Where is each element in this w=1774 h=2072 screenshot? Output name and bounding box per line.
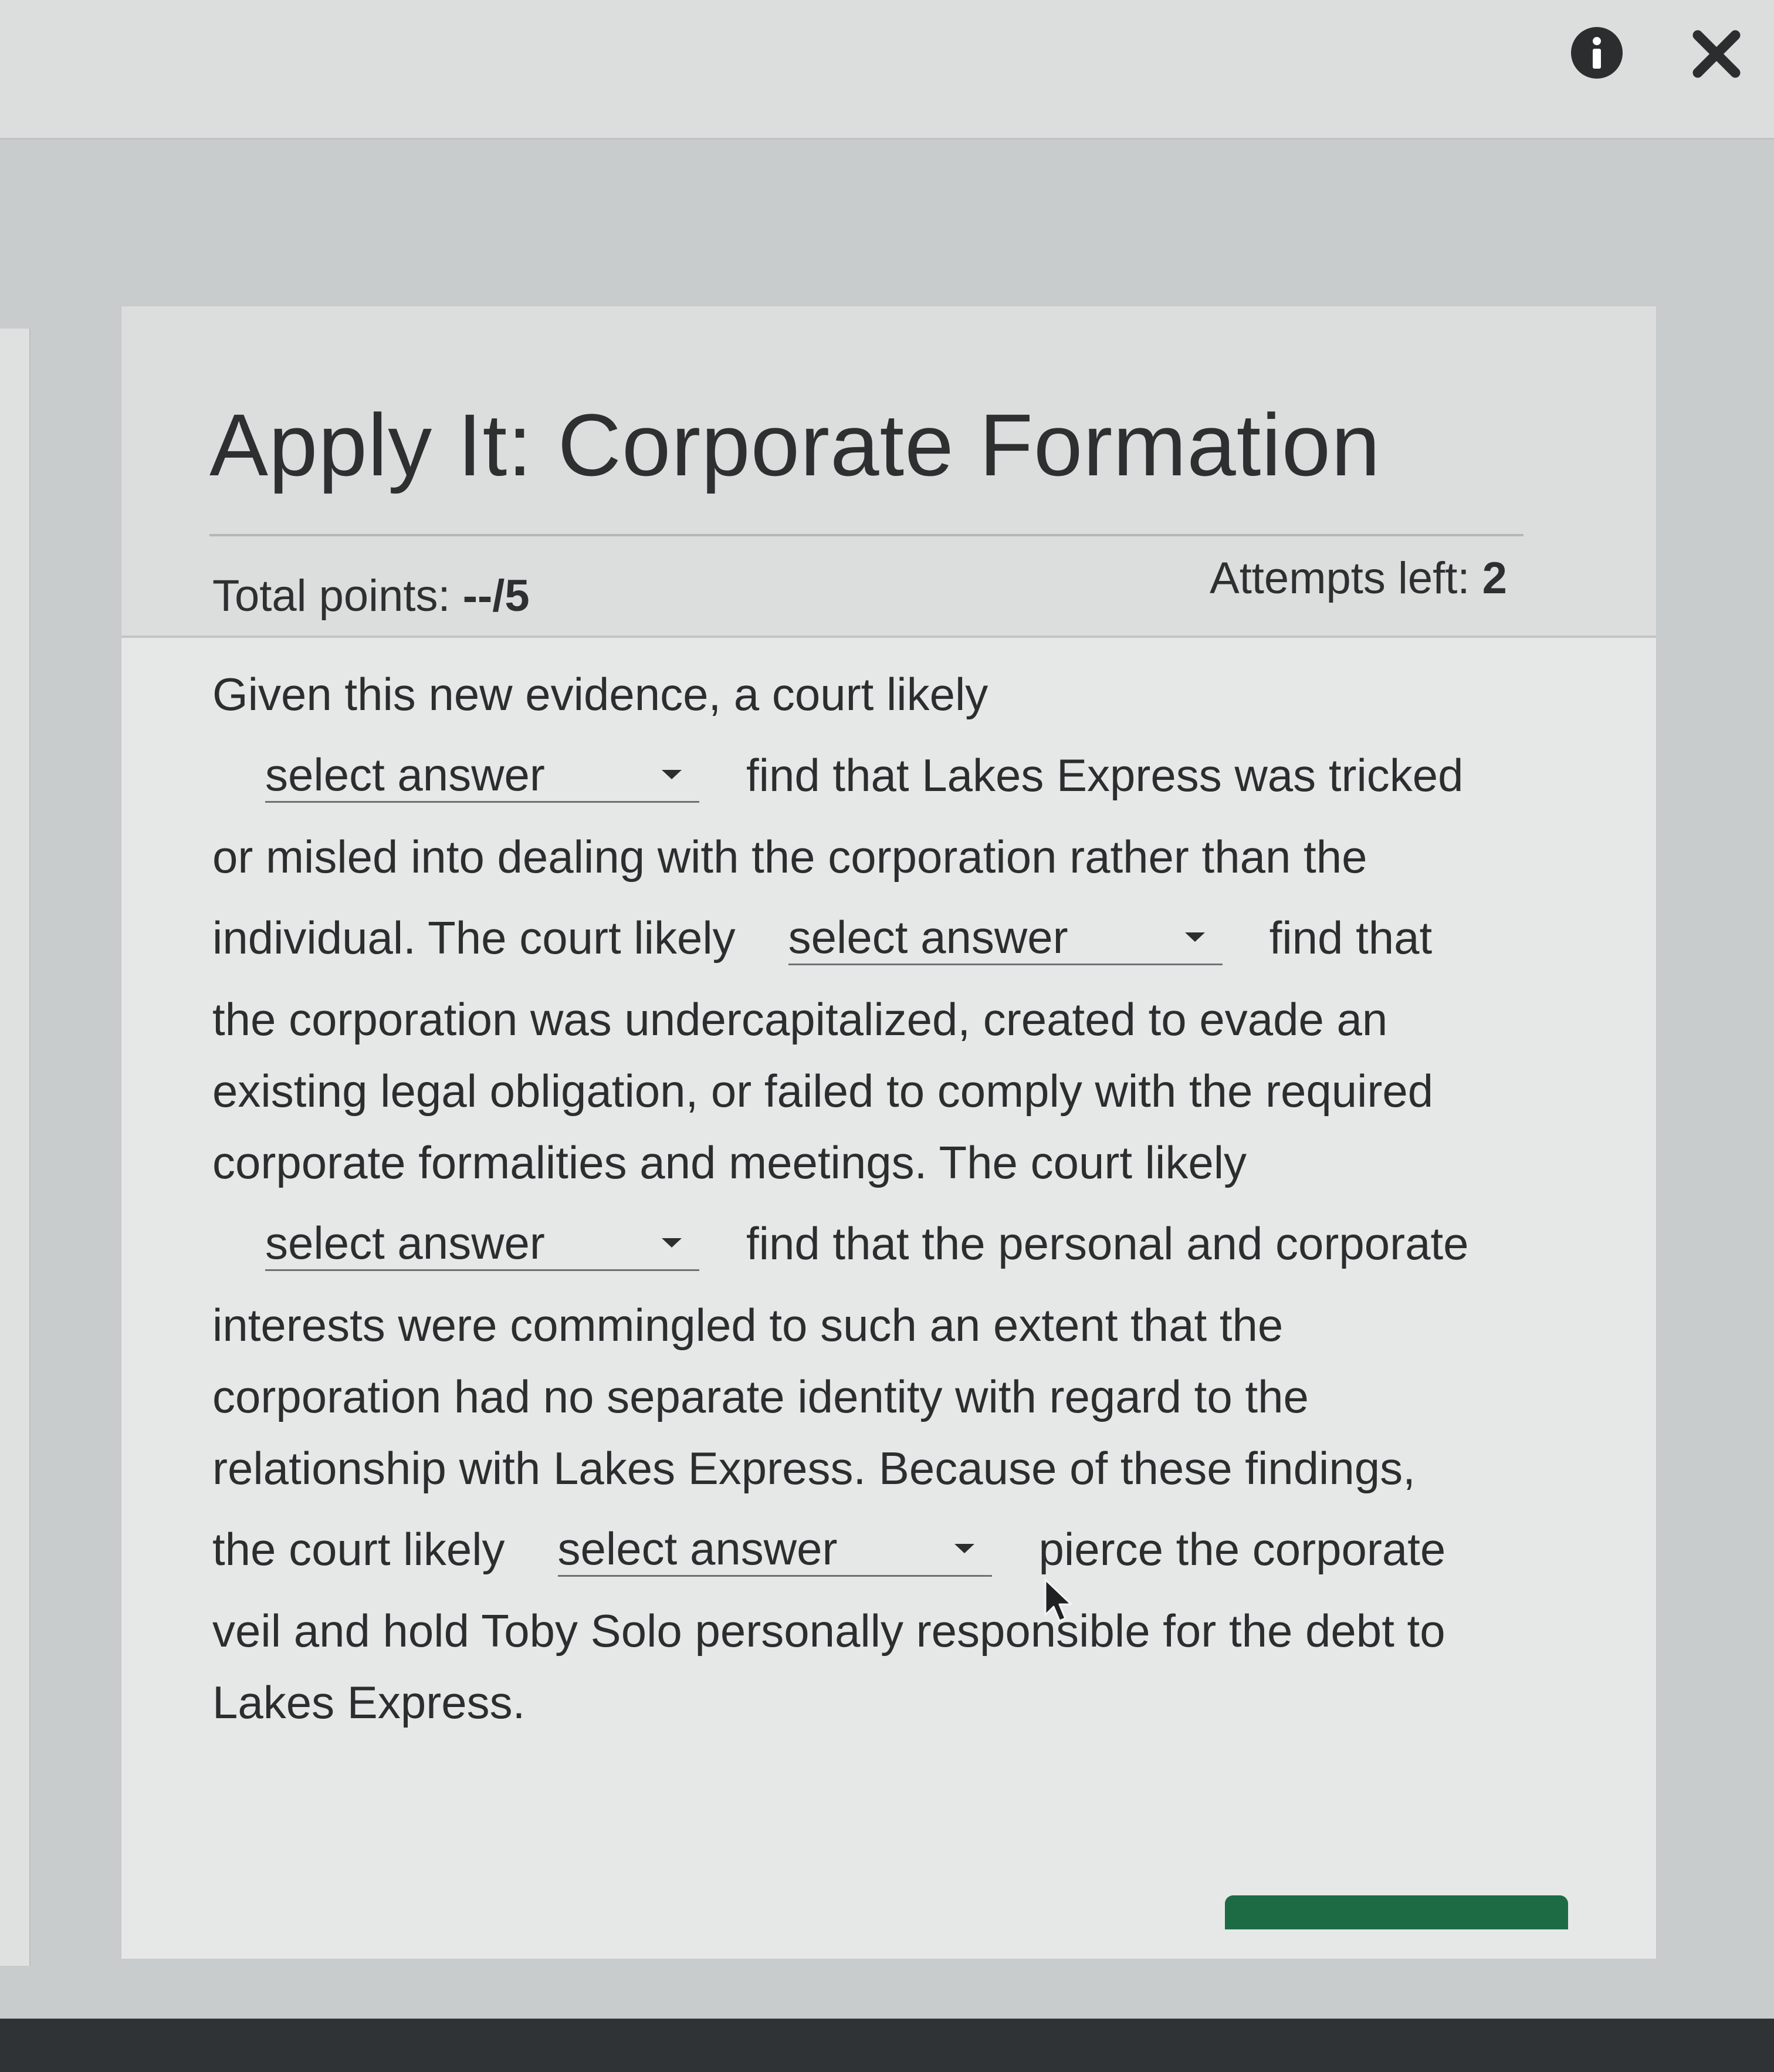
question-line: the court likely select answer pierce th…	[212, 1504, 1644, 1595]
chevron-down-icon	[662, 1238, 682, 1248]
question-line: corporation had no separate identity wit…	[212, 1361, 1644, 1432]
dropdown-label: select answer	[265, 748, 545, 800]
dropdown-label: select answer	[265, 1216, 545, 1269]
question-line-text: corporation had no separate identity wit…	[212, 1370, 1309, 1422]
info-icon[interactable]	[1571, 27, 1623, 79]
question-line: relationship with Lakes Express. Because…	[212, 1432, 1644, 1504]
chevron-down-icon	[1184, 932, 1205, 942]
question-line: Given this new evidence, a court likely	[212, 658, 1644, 730]
question-line: existing legal obligation, or failed to …	[212, 1055, 1644, 1127]
total-points-label: Total points:	[212, 571, 463, 621]
info-glyph	[1593, 37, 1601, 69]
question-line-text: the corporation was undercapitalized, cr…	[212, 993, 1388, 1045]
submit-button[interactable]	[1225, 1895, 1568, 1929]
question-line: individual. The court likely select answ…	[212, 893, 1644, 983]
total-points-value: --/5	[462, 571, 530, 621]
question-line: corporate formalities and meetings. The …	[212, 1127, 1644, 1198]
question-line-text: Lakes Express.	[212, 1676, 526, 1728]
question-line: the corporation was undercapitalized, cr…	[212, 983, 1644, 1055]
answer-dropdown-2[interactable]: select answer	[788, 911, 1223, 965]
dropdown-label: select answer	[557, 1522, 838, 1574]
question-line: Lakes Express.	[212, 1667, 1644, 1738]
question-line-text: find that Lakes Express was tricked	[746, 749, 1464, 802]
attempts-left: Attempts left: 2	[1210, 553, 1507, 604]
question-line: select answer find that Lakes Express wa…	[212, 730, 1644, 821]
question-line: interests were commingled to such an ext…	[212, 1289, 1644, 1361]
dialog-title: Apply It: Corporate Formation	[209, 396, 1381, 494]
answer-dropdown-1[interactable]: select answer	[265, 749, 699, 803]
question-line-text: interests were commingled to such an ext…	[212, 1299, 1284, 1351]
chevron-down-icon	[954, 1544, 974, 1553]
screen-bottom-bar	[0, 2019, 1774, 2072]
question-line-text: or misled into dealing with the corporat…	[212, 830, 1367, 883]
question-line: select answer find that the personal and…	[212, 1198, 1644, 1289]
question-line-text: individual. The court likely	[212, 912, 736, 964]
question-line-text: relationship with Lakes Express. Because…	[212, 1442, 1416, 1494]
answer-dropdown-3[interactable]: select answer	[265, 1217, 699, 1271]
background-panel	[0, 329, 31, 1966]
question-text: Given this new evidence, a court likely …	[212, 658, 1644, 1738]
question-line-text: pierce the corporate	[1038, 1523, 1446, 1576]
question-line-text: find that	[1269, 912, 1433, 964]
close-icon[interactable]	[1690, 27, 1743, 81]
attempts-value: 2	[1482, 553, 1507, 603]
mouse-pointer-icon	[1043, 1577, 1076, 1625]
pointer-glyph	[1044, 1578, 1072, 1622]
question-line-text: find that the personal and corporate	[746, 1218, 1469, 1270]
question-line: veil and hold Toby Solo personally respo…	[212, 1595, 1644, 1667]
dialog-header: Apply It: Corporate Formation Total poin…	[121, 306, 1656, 638]
top-toolbar	[0, 0, 1774, 140]
question-line-text: veil and hold Toby Solo personally respo…	[212, 1604, 1445, 1657]
attempts-label: Attempts left:	[1210, 553, 1482, 603]
question-line-text: the court likely	[212, 1523, 505, 1576]
total-points: Total points: --/5	[212, 570, 530, 621]
question-line-text: corporate formalities and meetings. The …	[212, 1136, 1247, 1188]
answer-dropdown-4[interactable]: select answer	[557, 1523, 992, 1577]
question-line-text: Given this new evidence, a court likely	[212, 668, 988, 720]
question-line-text: existing legal obligation, or failed to …	[212, 1064, 1434, 1117]
dropdown-label: select answer	[788, 911, 1068, 963]
close-glyph	[1692, 30, 1741, 78]
question-dialog: Apply It: Corporate Formation Total poin…	[120, 305, 1657, 1960]
question-line: or misled into dealing with the corporat…	[212, 821, 1644, 893]
title-divider	[209, 534, 1524, 536]
chevron-down-icon	[662, 770, 682, 779]
